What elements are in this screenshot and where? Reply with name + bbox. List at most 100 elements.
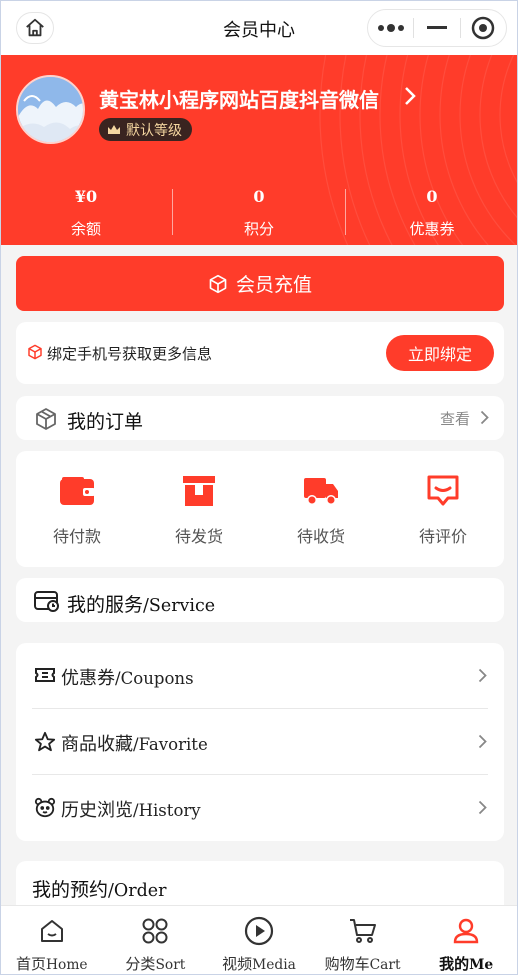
order-status-grid: 待付款 待发货 待收货 待评价 xyxy=(16,451,504,567)
cube-icon xyxy=(209,274,227,293)
my-orders-header: 我的订单 查看 xyxy=(16,396,504,440)
bind-phone-text: 绑定手机号获取更多信息 xyxy=(47,345,213,363)
stat-value: 0 xyxy=(426,187,438,206)
tab-label-en: Me xyxy=(469,957,494,973)
bottom-tab-bar: 首页Home 分类Sort 视频Media 购物车Cart 我的Me xyxy=(0,905,518,975)
package-icon xyxy=(36,408,56,430)
user-name[interactable]: 黄宝林小程序网站百度抖音微信 xyxy=(99,84,379,113)
service-menu: 优惠券/Coupons 商品收藏/Favorite 历史浏览/History xyxy=(16,643,504,841)
service-icon xyxy=(34,591,59,612)
section-title: 我的订单 xyxy=(67,411,144,433)
cube-icon xyxy=(28,344,42,360)
truck-icon xyxy=(304,478,338,505)
stat-balance[interactable]: ¥0 余额 xyxy=(0,183,172,243)
level-label: 默认等级 xyxy=(126,122,182,139)
tab-label-en: Home xyxy=(46,957,88,973)
tab-label: 分类Sort xyxy=(104,953,208,974)
comment-icon xyxy=(427,475,459,506)
mini-program-capsule xyxy=(367,9,507,47)
grid-icon xyxy=(142,918,168,944)
recharge-button[interactable]: 会员充值 xyxy=(16,256,504,311)
menu-item-label: 优惠券/Coupons xyxy=(61,664,194,690)
menu-item-coupons[interactable]: 优惠券/Coupons xyxy=(32,643,488,709)
menu-item-label: 商品收藏/Favorite xyxy=(61,730,208,756)
chevron-right-icon[interactable] xyxy=(480,410,489,425)
tab-label-cn: 购物车 xyxy=(324,955,370,973)
avatar[interactable] xyxy=(16,75,85,144)
level-badge: 默认等级 xyxy=(99,118,192,141)
tab-me[interactable]: 我的Me xyxy=(414,906,518,975)
tab-label-en: Media xyxy=(252,957,296,973)
tab-sort[interactable]: 分类Sort xyxy=(104,906,208,975)
tab-label-cn: 首页 xyxy=(15,955,46,973)
section-title-en: /Service xyxy=(143,596,216,616)
star-icon xyxy=(34,731,56,752)
order-status-label: 待评价 xyxy=(418,527,467,546)
tab-label-en: Sort xyxy=(155,957,186,973)
close-mini-program-button[interactable] xyxy=(461,10,506,46)
minus-icon xyxy=(426,26,447,29)
section-title-en: /Order xyxy=(108,881,167,901)
section-title-cn: 我的服务 xyxy=(67,594,144,616)
play-icon xyxy=(244,916,274,946)
order-status-label: 待付款 xyxy=(52,527,101,546)
order-pending-receipt[interactable]: 待收货 xyxy=(260,451,382,567)
tab-label: 首页Home xyxy=(0,953,104,974)
home-icon xyxy=(40,920,63,942)
tab-cart[interactable]: 购物车Cart xyxy=(311,906,415,975)
menu-item-label-cn: 商品收藏 xyxy=(61,734,133,755)
chevron-right-icon xyxy=(478,668,487,683)
menu-item-label-en: /Coupons xyxy=(115,669,194,688)
box-icon xyxy=(183,476,215,506)
top-nav-bar: 会员中心 xyxy=(0,0,518,55)
wallet-icon xyxy=(60,477,95,505)
order-pending-payment[interactable]: 待付款 xyxy=(16,451,138,567)
menu-item-label-en: /History xyxy=(133,801,201,820)
stat-label: 余额 xyxy=(70,220,101,238)
section-title: 我的服务/Service xyxy=(67,590,215,617)
chevron-right-icon xyxy=(478,734,487,749)
menu-item-label-en: /Favorite xyxy=(133,735,208,754)
tab-label-en: Cart xyxy=(369,957,401,973)
bind-phone-card: 绑定手机号获取更多信息 立即绑定 xyxy=(16,322,504,384)
stat-points[interactable]: 0 积分 xyxy=(173,183,345,243)
section-title: 我的预约/Order xyxy=(32,875,166,902)
tab-label: 购物车Cart xyxy=(311,953,415,974)
stat-label: 优惠券 xyxy=(409,220,455,238)
menu-item-favorite[interactable]: 商品收藏/Favorite xyxy=(32,709,488,775)
stat-label: 积分 xyxy=(243,220,274,238)
order-status-label: 待发货 xyxy=(174,527,223,546)
section-title-cn: 我的预约 xyxy=(32,879,109,901)
chevron-right-icon xyxy=(478,800,487,815)
more-dots-icon xyxy=(377,24,404,32)
order-status-label: 待收货 xyxy=(296,527,345,546)
order-pending-review[interactable]: 待评价 xyxy=(382,451,504,567)
stat-value: ¥0 xyxy=(74,187,98,206)
stat-coupons[interactable]: 0 优惠券 xyxy=(346,183,518,243)
ticket-icon xyxy=(35,668,55,682)
view-all-orders-link[interactable]: 查看 xyxy=(440,408,470,429)
target-icon xyxy=(472,16,495,40)
user-icon xyxy=(453,918,479,944)
bind-now-button[interactable]: 立即绑定 xyxy=(386,335,494,371)
chevron-right-icon[interactable] xyxy=(404,86,416,106)
stat-value: 0 xyxy=(253,187,265,206)
menu-item-history[interactable]: 历史浏览/History xyxy=(32,775,488,841)
crown-icon xyxy=(108,124,120,134)
recharge-label: 会员充值 xyxy=(235,274,312,296)
menu-item-label: 历史浏览/History xyxy=(61,796,201,822)
stats-row: ¥0 余额 0 积分 0 优惠券 xyxy=(0,183,518,243)
minimize-button[interactable] xyxy=(414,10,459,46)
order-pending-shipment[interactable]: 待发货 xyxy=(138,451,260,567)
my-services-header: 我的服务/Service xyxy=(16,578,504,622)
tab-label-cn: 分类 xyxy=(125,955,156,973)
tab-label: 我的Me xyxy=(414,953,518,974)
tab-label: 视频Media xyxy=(207,953,311,974)
menu-item-label-cn: 优惠券 xyxy=(61,668,115,689)
tab-home[interactable]: 首页Home xyxy=(0,906,104,975)
tab-media[interactable]: 视频Media xyxy=(207,906,311,975)
menu-item-label-cn: 历史浏览 xyxy=(61,800,133,821)
tab-label-cn: 视频 xyxy=(222,955,253,973)
more-button[interactable] xyxy=(368,10,413,46)
cart-icon xyxy=(349,919,376,943)
